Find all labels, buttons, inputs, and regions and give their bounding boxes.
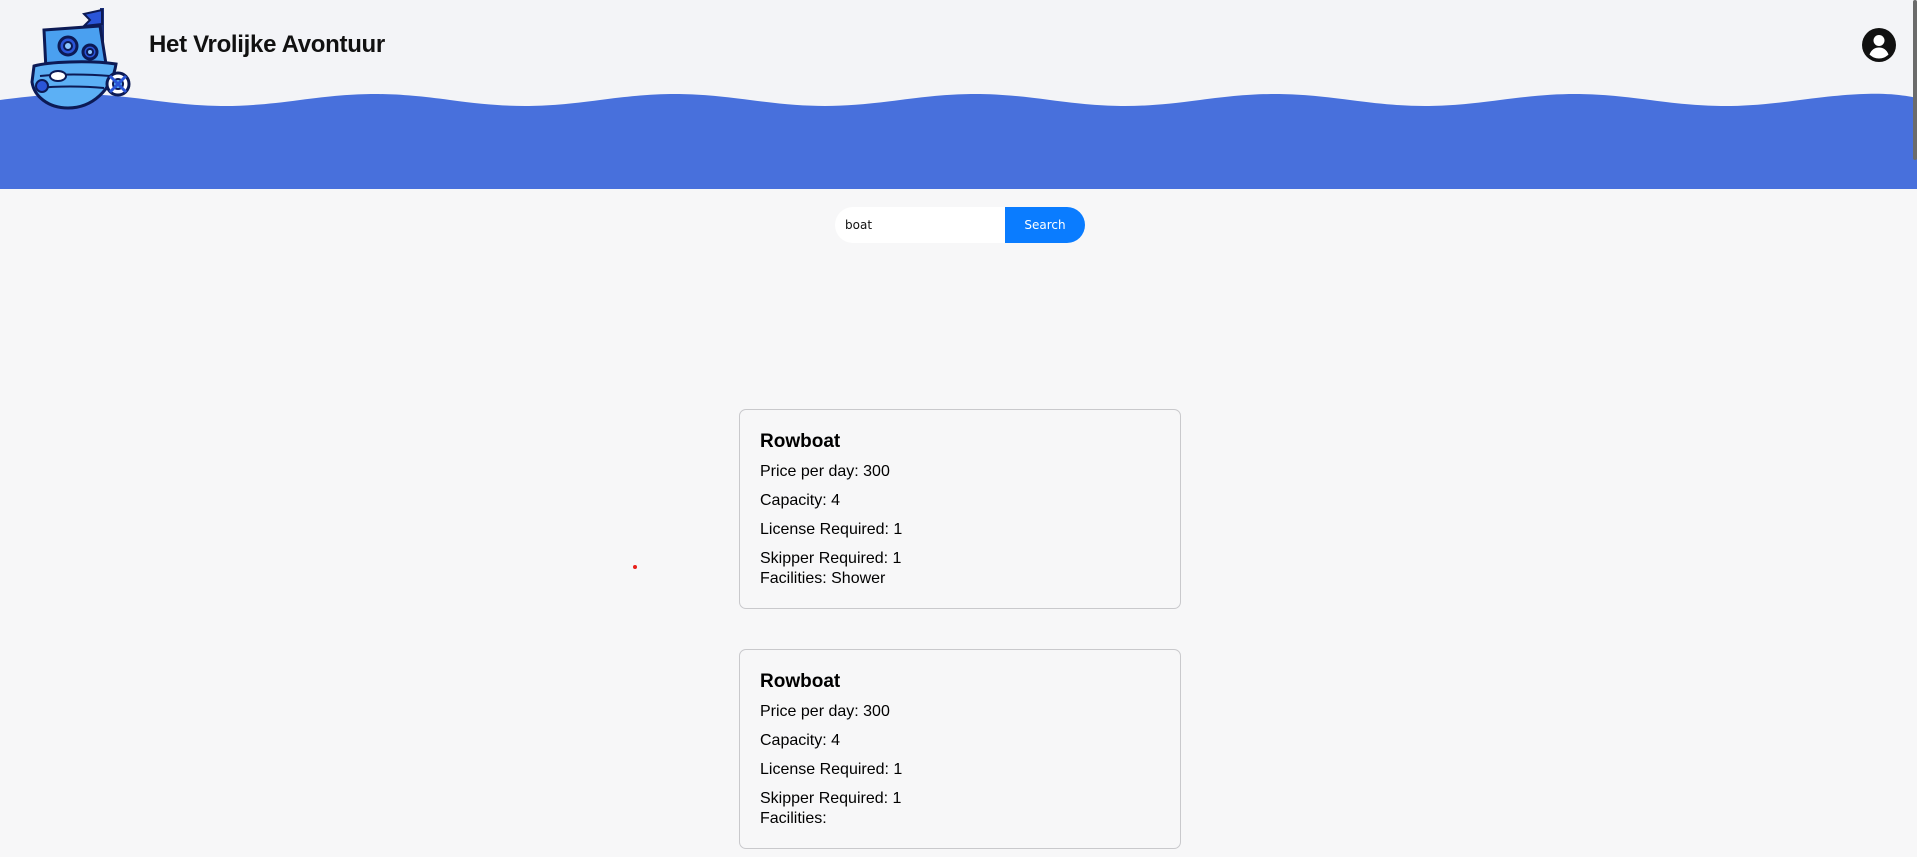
boat-skipper: Skipper Required: 1	[760, 790, 902, 807]
wave-banner	[0, 93, 1917, 189]
boat-facilities: Facilities:	[760, 810, 827, 827]
search-input[interactable]	[835, 207, 1005, 243]
boat-card[interactable]: Rowboat Price per day: 300 Capacity: 4 L…	[739, 409, 1181, 609]
search-bar: Search	[835, 207, 1085, 243]
page-scrollbar[interactable]	[1913, 0, 1917, 160]
boat-capacity: Capacity: 4	[760, 732, 841, 749]
boat-license: License Required: 1	[760, 521, 903, 538]
boat-price: Price per day: 300	[760, 703, 890, 720]
boat-name: Rowboat	[760, 671, 841, 692]
boat-skipper: Skipper Required: 1	[760, 550, 902, 567]
boat-card[interactable]: Rowboat Price per day: 300 Capacity: 4 L…	[739, 649, 1181, 849]
boat-facilities: Facilities: Shower	[760, 570, 886, 587]
search-button[interactable]: Search	[1005, 207, 1085, 243]
site-header: Het Vrolijke Avontuur	[0, 0, 1917, 189]
account-circle-icon[interactable]	[1862, 28, 1896, 62]
boat-name: Rowboat	[760, 431, 841, 452]
boat-logo-icon[interactable]	[28, 4, 132, 110]
boat-license: License Required: 1	[760, 761, 903, 778]
site-title[interactable]: Het Vrolijke Avontuur	[149, 31, 385, 59]
cursor-marker	[633, 565, 637, 569]
boat-capacity: Capacity: 4	[760, 492, 841, 509]
boat-price: Price per day: 300	[760, 463, 890, 480]
